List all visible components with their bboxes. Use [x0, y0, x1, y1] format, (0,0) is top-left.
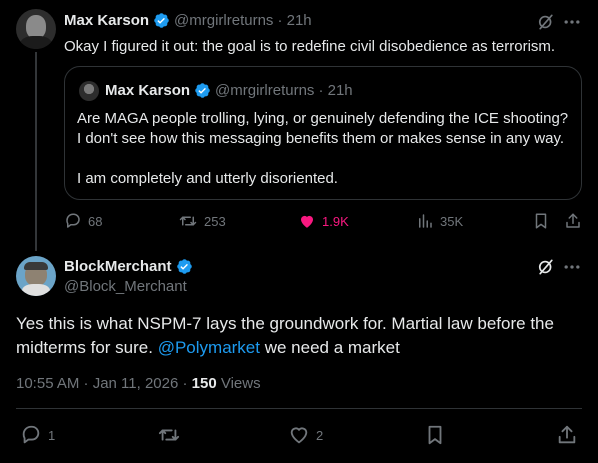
quoted-header: Max Karson @mrgirlreturns · 21h: [105, 82, 353, 99]
avatar[interactable]: [16, 9, 56, 49]
verified-badge-icon: [176, 258, 193, 275]
divider: [16, 408, 582, 409]
tweet-time[interactable]: · 21h: [277, 12, 311, 29]
grok-icon[interactable]: [536, 12, 556, 32]
repost-icon: [178, 212, 198, 230]
views-icon: [416, 212, 434, 230]
views-button[interactable]: 35K: [416, 212, 463, 230]
tweet-text-part: we need a market: [260, 338, 400, 357]
verified-badge-icon: [194, 82, 211, 99]
bookmark-button[interactable]: [532, 212, 550, 230]
tweet-header: Max Karson @mrgirlreturns · 21h: [64, 12, 312, 29]
quoted-author-name: Max Karson: [105, 82, 191, 99]
more-icon[interactable]: [562, 12, 582, 32]
heart-icon: [298, 212, 316, 230]
reply-button[interactable]: 1: [20, 424, 55, 446]
views-label: Views: [216, 375, 261, 392]
quoted-tweet-text: Are MAGA people trolling, lying, or genu…: [77, 109, 577, 189]
tweet-text: Okay I figured it out: the goal is to re…: [64, 38, 556, 55]
share-icon: [564, 212, 582, 230]
quoted-tweet[interactable]: Max Karson @mrgirlreturns · 21h Are MAGA…: [64, 66, 582, 200]
quoted-text-line: I am completely and utterly disoriented.: [77, 170, 338, 187]
quoted-text-line: Are MAGA people trolling, lying, or genu…: [77, 110, 569, 127]
views-count: 150: [191, 375, 217, 392]
repost-button[interactable]: [157, 424, 181, 446]
bookmark-icon: [424, 424, 446, 446]
quoted-text-line: I don't see how this messaging benefits …: [77, 130, 565, 147]
author-handle[interactable]: @mrgirlreturns: [174, 12, 273, 29]
reply-icon: [64, 212, 82, 230]
verified-badge-icon: [153, 12, 170, 29]
grok-icon[interactable]: [536, 257, 556, 277]
views-count: 35K: [440, 213, 464, 229]
reply-icon: [20, 424, 42, 446]
quoted-author-handle: @mrgirlreturns: [215, 82, 315, 99]
like-button[interactable]: 2: [288, 424, 323, 446]
repost-count: 253: [204, 213, 226, 229]
tweet-actions: 68 253 1.9K 35K: [64, 212, 582, 234]
quoted-tweet-time: · 21h: [318, 82, 353, 99]
like-count: 2: [316, 427, 324, 443]
bookmark-icon: [532, 212, 550, 230]
bookmark-button[interactable]: [424, 424, 446, 446]
repost-icon: [157, 424, 181, 446]
more-icon[interactable]: [562, 257, 582, 277]
author-name[interactable]: Max Karson: [64, 12, 149, 29]
mention-link[interactable]: @Polymarket: [158, 338, 260, 357]
tweet-text: Yes this is what NSPM-7 lays the groundw…: [16, 312, 582, 360]
quoted-avatar: [79, 81, 99, 101]
author-handle[interactable]: @Block_Merchant: [64, 278, 187, 295]
like-button[interactable]: 1.9K: [298, 212, 349, 230]
share-button[interactable]: [564, 212, 582, 230]
heart-icon: [288, 424, 310, 446]
thread-line: [35, 52, 37, 251]
share-icon: [556, 424, 578, 446]
tweet-header: BlockMerchant: [64, 258, 193, 275]
repost-button[interactable]: 253: [178, 212, 226, 230]
reply-count: 68: [88, 213, 103, 229]
tweet-actions: 1 2: [16, 424, 582, 448]
avatar[interactable]: [16, 256, 56, 296]
tweet-metadata: 10:55 AM · Jan 11, 2026 · 150 Views: [16, 375, 261, 392]
like-count: 1.9K: [322, 213, 349, 229]
author-name[interactable]: BlockMerchant: [64, 258, 172, 275]
tweet-timestamp[interactable]: 10:55 AM · Jan 11, 2026 ·: [16, 375, 192, 392]
share-button[interactable]: [556, 424, 578, 446]
reply-count: 1: [48, 427, 56, 443]
reply-button[interactable]: 68: [64, 212, 102, 230]
